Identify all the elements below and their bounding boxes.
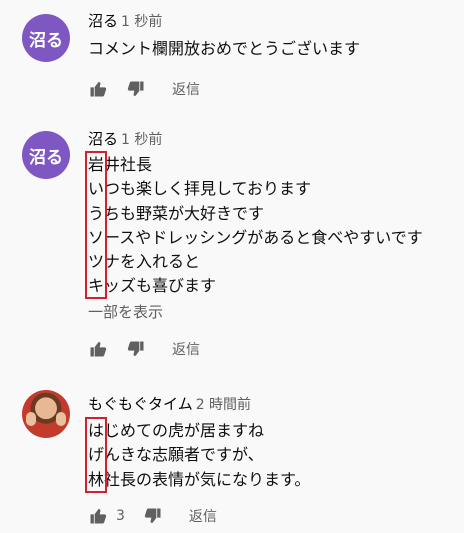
comment-line: キッズも喜びます bbox=[88, 276, 217, 296]
comment-text: コメント欄開放おめでとうございます bbox=[88, 37, 360, 61]
comment-time[interactable]: 1 秒前 bbox=[121, 132, 162, 148]
thumbs-up-icon bbox=[90, 509, 107, 524]
comment-header: 沼る 1 秒前 bbox=[88, 128, 162, 149]
dislike-button[interactable] bbox=[126, 79, 146, 99]
highlight-box bbox=[85, 151, 107, 299]
thumbs-up-icon bbox=[90, 82, 107, 97]
comment-line: はじめての虎が居ますね bbox=[88, 421, 265, 440]
comment-line: いつも楽しく拝見しております bbox=[88, 179, 312, 199]
avatar[interactable]: 沼る bbox=[22, 14, 70, 62]
like-count: 3 bbox=[116, 508, 125, 524]
thumbs-down-icon bbox=[144, 508, 161, 523]
comment-text: 岩井社長 いつも楽しく拝見しております うちも野菜が大好きです ソースやドレッシ… bbox=[88, 153, 423, 299]
like-button[interactable]: 3 bbox=[88, 506, 125, 526]
comment-time[interactable]: 2 時間前 bbox=[196, 397, 251, 413]
avatar[interactable]: 沼る bbox=[22, 131, 70, 179]
dislike-button[interactable] bbox=[126, 339, 146, 359]
dislike-button[interactable] bbox=[143, 506, 163, 526]
comment-line: ソースやドレッシングがあると食べやすいです bbox=[88, 227, 423, 247]
like-button[interactable] bbox=[88, 339, 108, 359]
reply-button[interactable]: 返信 bbox=[189, 506, 217, 526]
comment-actions: 3 返信 bbox=[88, 504, 217, 528]
avatar-hand bbox=[56, 412, 66, 426]
comment-actions: 返信 bbox=[88, 337, 200, 361]
comment-header: もぐもぐタイム 2 時間前 bbox=[88, 393, 251, 414]
comment-line: げんきな志願者ですが、 bbox=[88, 445, 264, 465]
thumbs-up-icon bbox=[90, 342, 107, 357]
reply-button[interactable]: 返信 bbox=[172, 79, 200, 99]
author-name[interactable]: 沼る bbox=[88, 12, 118, 30]
comment-line: うちも野菜が大好きです bbox=[88, 203, 265, 223]
thumbs-down-icon bbox=[127, 81, 144, 96]
reply-button[interactable]: 返信 bbox=[172, 339, 200, 359]
comment-header: 沼る 1 秒前 bbox=[88, 10, 162, 31]
avatar[interactable] bbox=[22, 390, 70, 438]
comment-text: はじめての虎が居ますね げんきな志願者ですが、 林社長の表情が気になります。 bbox=[88, 419, 310, 492]
comment-time[interactable]: 1 秒前 bbox=[121, 14, 162, 30]
comment-line: 林社長の表情が気になります。 bbox=[88, 469, 311, 489]
comment-line: コメント欄開放おめでとうございます bbox=[88, 39, 361, 58]
like-button[interactable] bbox=[88, 79, 108, 99]
comment-line: ツナを入れると bbox=[88, 252, 201, 272]
author-name[interactable]: もぐもぐタイム bbox=[88, 395, 193, 413]
comment-actions: 返信 bbox=[88, 77, 200, 101]
author-name[interactable]: 沼る bbox=[88, 130, 118, 148]
thumbs-down-icon bbox=[127, 341, 144, 356]
avatar-hand bbox=[26, 412, 36, 426]
comment-line: 岩井社長 bbox=[88, 155, 153, 174]
show-less-link[interactable]: 一部を表示 bbox=[88, 301, 163, 322]
highlight-box bbox=[85, 417, 107, 493]
